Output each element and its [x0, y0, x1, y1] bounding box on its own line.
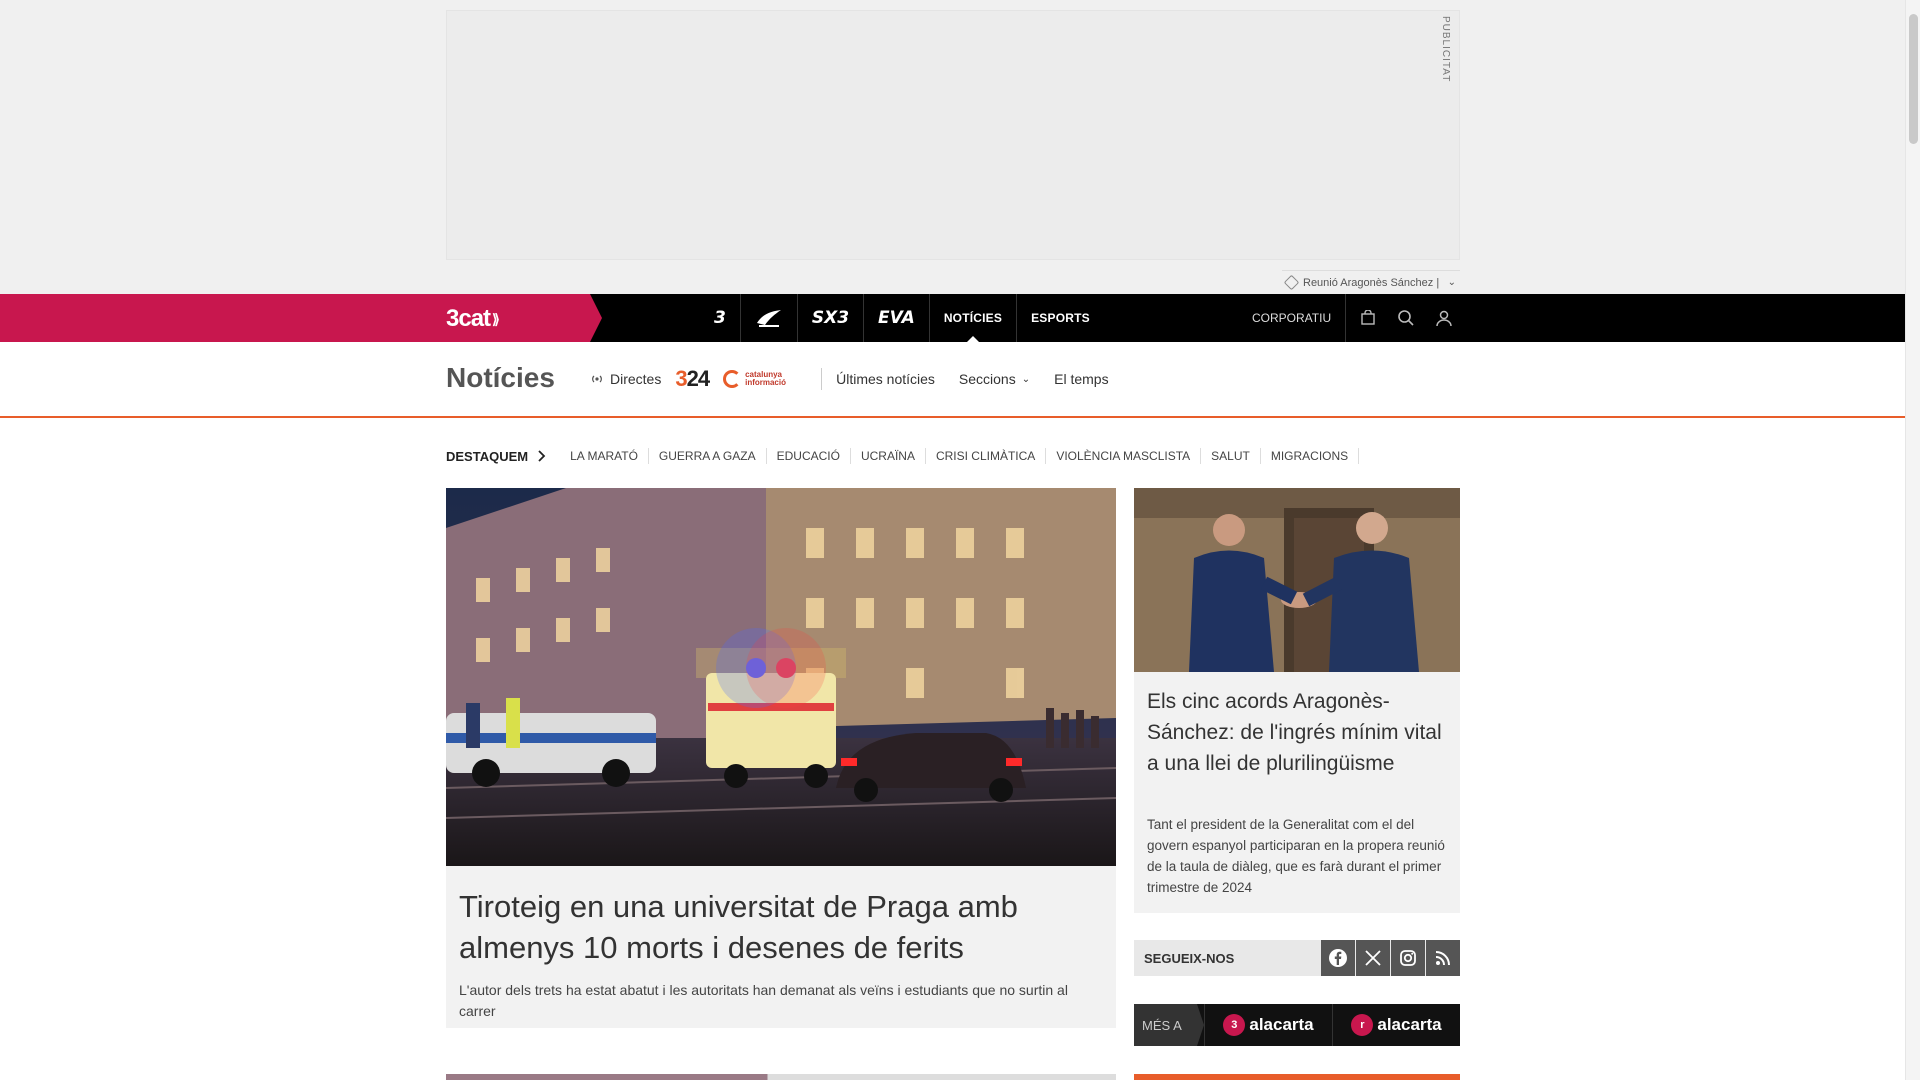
section-title[interactable]: Notícies — [446, 362, 555, 394]
ad-area: PUBLICITAT Reunió Aragonès Sánchez | ⌄ — [0, 0, 1905, 295]
brand-block — [0, 294, 602, 342]
follow-us-label: SEGUEIX-NOS — [1144, 950, 1235, 966]
side-article-image[interactable] — [1134, 488, 1460, 672]
top-navigation: 3cat ⟫ 3 SX3 EVA NOTÍCIES ESPORTS CORPORA… — [0, 294, 1905, 343]
highlight-tag-crisi[interactable]: CRISI CLIMÀTICA — [926, 448, 1047, 464]
latest-news-link[interactable]: Últimes notícies — [836, 371, 935, 387]
highlight-tag-lamarato[interactable]: LA MARATÓ — [560, 448, 649, 464]
highlight-tag-violencia[interactable]: VIOLÈNCIA MASCLISTA — [1046, 448, 1202, 464]
sections-dropdown[interactable]: Seccions ⌄ — [959, 371, 1030, 387]
sections-label: Seccions — [958, 371, 1016, 387]
highlights-label-text: DESTAQUEM — [446, 448, 529, 464]
next-article-preview-left[interactable] — [446, 1074, 1116, 1080]
search-icon[interactable] — [1394, 306, 1418, 330]
radio-alacarta-link[interactable]: r alacarta — [1332, 1004, 1460, 1046]
catalunya-informacio-logo: catalunya informació — [723, 370, 801, 388]
live-label: Directes — [610, 371, 662, 387]
more-at-label: MÉS A — [1134, 1004, 1204, 1046]
main-article-image[interactable] — [446, 488, 1116, 866]
catalunya-informacio-link[interactable]: catalunya informació — [723, 370, 801, 388]
follow-us-bar: SEGUEIX-NOS — [1134, 940, 1460, 976]
channel-list: 3 SX3 EVA NOTÍCIES ESPORTS — [700, 294, 1104, 343]
section-header: Notícies Directes 324 catalunya informac… — [0, 342, 1905, 418]
ci-circle-icon — [723, 370, 742, 388]
chevron-right-icon — [538, 450, 546, 462]
facebook-icon[interactable] — [1321, 940, 1355, 976]
topic-tag-text: Reunió Aragonès Sánchez | — [1303, 276, 1440, 289]
more-at-bar: MÉS A 3 alacarta r alacarta — [1134, 1004, 1460, 1046]
channel-catradio[interactable] — [741, 294, 798, 342]
instagram-icon[interactable] — [1391, 940, 1425, 976]
highlights-label[interactable]: DESTAQUEM — [446, 449, 546, 464]
highlight-tag-ucraina[interactable]: UCRAÏNA — [851, 448, 926, 464]
brand-logo-text: 3cat — [446, 305, 491, 332]
topic-tag-dropdown[interactable]: Reunió Aragonès Sánchez | ⌄ — [1282, 270, 1460, 294]
radio-alacarta-label: alacarta — [1377, 1015, 1442, 1034]
tv3-alacarta-link[interactable]: 3 alacarta — [1204, 1004, 1332, 1046]
weather-link[interactable]: El temps — [1054, 371, 1108, 387]
main-article[interactable]: Tiroteig en una universitat de Praga amb… — [446, 488, 1116, 1028]
channel-esports[interactable]: ESPORTS — [1017, 294, 1104, 342]
highlight-tag-salut[interactable]: SALUT — [1201, 448, 1261, 464]
ad-label: PUBLICITAT — [1440, 16, 1451, 83]
ad-banner[interactable] — [446, 10, 1460, 260]
brand-arrow-icon: ⟫ — [492, 310, 500, 327]
catradio-logo-icon — [756, 310, 781, 327]
divider — [821, 368, 823, 390]
channel-eva[interactable]: EVA — [864, 294, 930, 342]
highlights-bar: DESTAQUEM LA MARATÓ GUERRA A GAZA EDUCAC… — [446, 444, 1360, 468]
side-article-summary: Tant el president de la Generalitat com … — [1147, 817, 1445, 895]
logo-324-link[interactable]: 324 — [675, 366, 710, 392]
tv3-badge-icon: 3 — [1223, 1014, 1246, 1036]
channel-sx3[interactable]: SX3 — [798, 294, 865, 342]
chevron-down-icon: ⌄ — [1021, 373, 1031, 385]
brand-logo[interactable]: 3cat ⟫ — [446, 305, 500, 333]
logo-324: 324 — [675, 366, 710, 391]
tag-icon — [1283, 274, 1300, 291]
next-article-preview-right[interactable] — [1134, 1074, 1460, 1080]
main-article-title[interactable]: Tiroteig en una universitat de Praga amb… — [459, 886, 1099, 968]
corporate-link[interactable]: CORPORATIU — [1252, 294, 1347, 342]
user-icon[interactable] — [1432, 306, 1456, 330]
ci-logo-text: catalunya informació — [745, 370, 786, 387]
live-broadcast-icon — [590, 374, 604, 384]
channel-tv3[interactable]: 3 — [700, 294, 741, 342]
side-article[interactable]: Els cinc acords Aragonès-Sánchez: de l'i… — [1134, 488, 1460, 913]
x-twitter-icon[interactable] — [1356, 940, 1390, 976]
channel-noticies[interactable]: NOTÍCIES — [930, 294, 1018, 343]
channel-sx3-logo: SX3 — [811, 308, 850, 328]
page-content: DESTAQUEM LA MARATÓ GUERRA A GAZA EDUCAC… — [0, 418, 1905, 1080]
scrollbar-thumb[interactable] — [1909, 14, 1918, 144]
chevron-down-icon: ⌄ — [1447, 277, 1456, 288]
live-link[interactable]: Directes — [590, 371, 661, 387]
rss-icon[interactable] — [1426, 940, 1460, 976]
section-links: Directes 324 catalunya informació Últime… — [590, 342, 1133, 416]
scrollbar[interactable] — [1905, 0, 1920, 1080]
tv3-alacarta-label: alacarta — [1249, 1015, 1314, 1034]
channel-eva-logo: EVA — [878, 308, 915, 328]
shop-icon[interactable] — [1356, 306, 1380, 330]
nav-icons — [1356, 294, 1456, 342]
channel-tv3-logo: 3 — [714, 308, 726, 328]
side-article-title[interactable]: Els cinc acords Aragonès-Sánchez: de l'i… — [1147, 686, 1447, 779]
highlight-tag-gaza[interactable]: GUERRA A GAZA — [649, 448, 767, 464]
highlight-tag-migracions[interactable]: MIGRACIONS — [1261, 448, 1360, 464]
main-article-summary: L'autor dels trets ha estat abatut i les… — [459, 982, 1068, 1019]
radio-badge-icon: r — [1351, 1014, 1374, 1036]
highlight-tag-educacio[interactable]: EDUCACIÓ — [767, 448, 851, 464]
